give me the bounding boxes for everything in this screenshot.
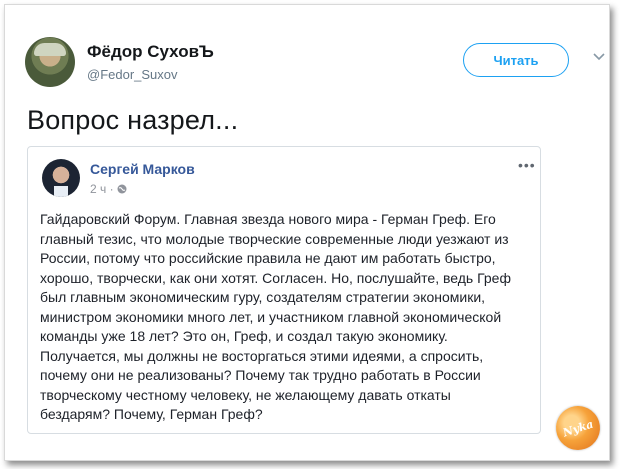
author-avatar[interactable] <box>25 37 75 87</box>
quoted-author-avatar[interactable] <box>42 159 80 197</box>
globe-icon <box>117 184 127 194</box>
body-line: бездарям? Почему, Герман Греф? <box>40 406 263 422</box>
body-line: главный тезис, что молодые творческие со… <box>40 230 509 247</box>
body-line: был главным экономическим гуру, создател… <box>40 289 486 305</box>
follow-button[interactable]: Читать <box>463 43 569 77</box>
body-line: России, потому что российские правила не… <box>40 250 496 266</box>
quoted-post-meta: 2 ч · <box>90 182 127 196</box>
tweet-card: Фёдор СуховЪ @Fedor_Suxov Читать Вопрос … <box>4 4 610 461</box>
quoted-author-name[interactable]: Сергей Марков <box>90 161 195 177</box>
post-time[interactable]: 2 ч · <box>90 182 114 196</box>
avatar-cap <box>34 43 66 56</box>
body-line: Гайдаровский Форум. Главная звезда новог… <box>40 211 496 227</box>
quoted-post[interactable]: Сергей Марков 2 ч · ••• Гайдаровский Фор… <box>27 146 541 434</box>
quoted-post-body: Гайдаровский Форум. Главная звезда новог… <box>40 210 536 425</box>
chevron-down-icon[interactable] <box>591 49 607 65</box>
author-handle[interactable]: @Fedor_Suxov <box>87 67 178 82</box>
body-line: творческому честному человеку, не желающ… <box>40 386 451 403</box>
body-line: команды уже 18 лет? Это он, Греф, и созд… <box>40 328 448 344</box>
avatar-collar <box>54 186 68 197</box>
author-name[interactable]: Фёдор СуховЪ <box>87 42 214 62</box>
body-line: хорошо, творчески, как они хотят. Соглас… <box>40 269 511 286</box>
body-line: министром экономики много лет, и участни… <box>40 308 502 325</box>
more-icon[interactable]: ••• <box>518 157 536 173</box>
body-line: почему они не реализованы? Почему так тр… <box>40 367 481 383</box>
tweet-text: Вопрос назрел... <box>27 105 239 135</box>
body-line: Получается, мы должны не восторгаться эт… <box>40 347 484 364</box>
